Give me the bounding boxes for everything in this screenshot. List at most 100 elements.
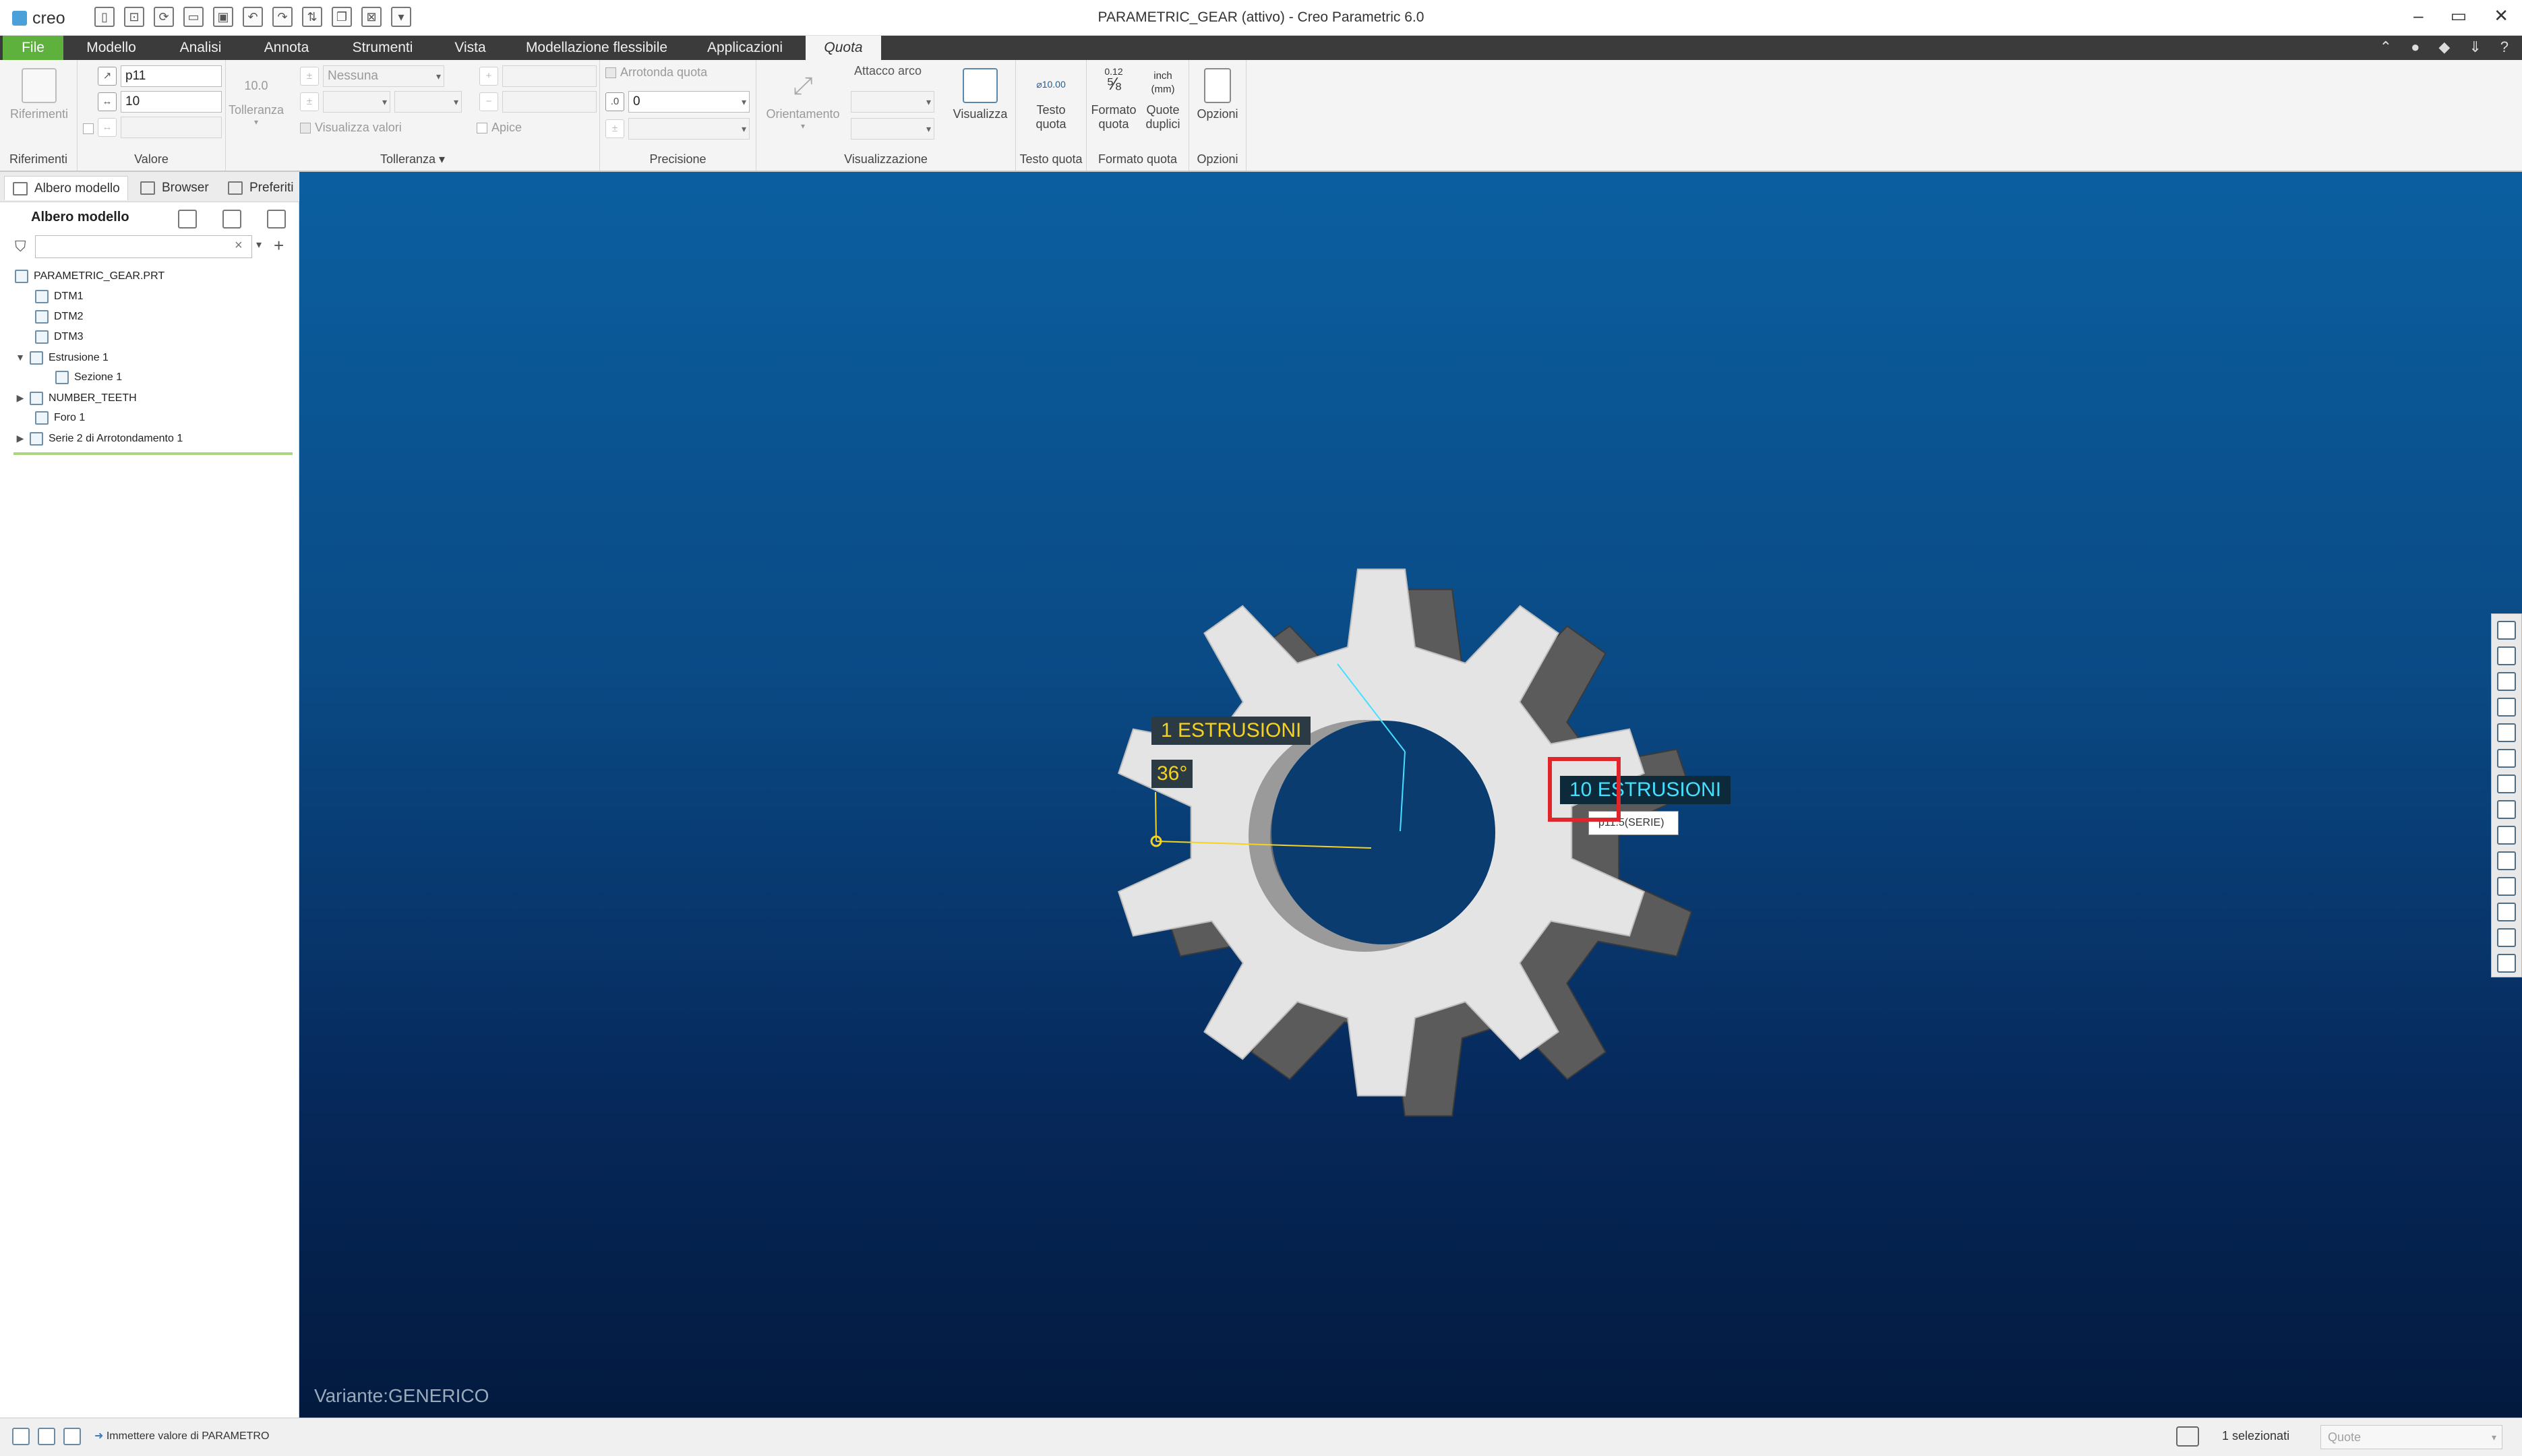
tree-search-input[interactable] <box>35 235 252 258</box>
tolerance-type-select[interactable]: Nessuna ▾ <box>323 65 444 87</box>
status-bar: Immettere valore di PARAMETRO 1 selezion… <box>0 1418 2522 1456</box>
tab-vista[interactable]: Vista <box>435 36 506 60</box>
search-dropdown-icon[interactable]: ▾ <box>256 238 262 251</box>
insert-here-indicator[interactable] <box>13 452 293 455</box>
round-dimension-checkbox[interactable]: Arrotonda quota <box>605 65 707 80</box>
tree-settings-icon[interactable] <box>178 210 197 229</box>
add-icon[interactable]: + <box>274 235 284 256</box>
show-values-checkbox[interactable]: Visualizza valori <box>300 121 402 135</box>
help-icon[interactable]: ? <box>2500 38 2509 56</box>
opzioni-button[interactable]: Opzioni <box>1191 68 1244 121</box>
maximize-button[interactable]: ▭ <box>2451 5 2467 26</box>
gear-model[interactable] <box>299 172 2522 1418</box>
section-icon[interactable] <box>2497 826 2516 845</box>
tab-annota[interactable]: Annota <box>246 36 327 60</box>
tolerance-lower-field[interactable]: ▾ <box>394 91 462 113</box>
collapse-icon[interactable]: ▼ <box>15 347 26 367</box>
pattern-icon <box>30 431 43 446</box>
tree-filter-row: ⛉ × ▾ + <box>0 234 299 261</box>
datum-display-icon[interactable] <box>2497 851 2516 870</box>
annotation-1-estrusioni[interactable]: 1 ESTRUSIONI <box>1151 717 1311 745</box>
view-manager-icon[interactable] <box>2497 775 2516 793</box>
decimals-select[interactable]: 0 ▾ <box>628 91 750 113</box>
refit-icon[interactable] <box>2497 621 2516 640</box>
visualizza-button[interactable]: Visualizza <box>947 68 1014 121</box>
tab-browser[interactable]: Browser <box>132 176 217 200</box>
tree-item-serie-arrotondamento[interactable]: ▶ Serie 2 di Arrotondamento 1 <box>15 428 183 448</box>
tree-filter-icon[interactable] <box>267 210 286 229</box>
value-checkbox[interactable] <box>83 123 94 134</box>
ribbon: Riferimenti Riferimenti ↗ p11 ↔ 10 ↔ Val… <box>0 60 2522 172</box>
tree-item-dtm3[interactable]: DTM3 <box>35 327 84 347</box>
bell-icon[interactable]: ◆ <box>2438 38 2450 56</box>
display-style-icon[interactable] <box>2497 723 2516 742</box>
display-icon <box>963 68 998 103</box>
annotation-filter-icon[interactable] <box>2497 928 2516 947</box>
notification-icon[interactable]: ● <box>2411 38 2420 56</box>
formato-quota-button[interactable]: 0.12 ⅝ Formato quota <box>1088 65 1139 131</box>
arc-attach-select-2[interactable]: ▾ <box>851 118 934 140</box>
tab-quota[interactable]: Quota <box>806 36 881 60</box>
zoom-in-icon[interactable] <box>2497 646 2516 665</box>
repaint-icon[interactable] <box>2497 698 2516 717</box>
apex-checkbox[interactable]: Apice <box>477 121 522 135</box>
graphics-viewport[interactable]: 1 ESTRUSIONI 36° 10 ESTRUSIONI p11:5(SER… <box>299 172 2522 1418</box>
tree-item-part[interactable]: PARAMETRIC_GEAR.PRT <box>15 266 164 286</box>
find-icon[interactable] <box>2176 1426 2199 1447</box>
riferimenti-button[interactable]: Riferimenti <box>4 68 74 121</box>
favorites-icon <box>228 181 243 195</box>
tab-modellazione-flessibile[interactable]: Modellazione flessibile <box>512 36 681 60</box>
selection-filter[interactable]: Quote ▾ <box>2320 1425 2502 1449</box>
tolerance-decimals-select[interactable]: ▾ <box>628 118 750 140</box>
minimize-button[interactable]: – <box>2413 5 2423 26</box>
navigator-toggle-icon[interactable] <box>12 1428 30 1445</box>
zoom-out-icon[interactable] <box>2497 672 2516 691</box>
annotation-display-icon[interactable] <box>2497 877 2516 896</box>
tab-modello[interactable]: Modello <box>71 36 152 60</box>
tree-item-estrusione-1[interactable]: ▼ Estrusione 1 <box>15 347 109 367</box>
browser-toggle-icon[interactable] <box>38 1428 55 1445</box>
lower-limit-icon: − <box>479 92 498 111</box>
quote-duplici-button[interactable]: inch (mm) Quote duplici <box>1138 65 1188 131</box>
window-controls: – ▭ ✕ <box>2413 5 2509 26</box>
collapse-ribbon-icon[interactable]: ⌃ <box>2380 38 2392 56</box>
value-option-field[interactable] <box>121 117 222 138</box>
full-screen-icon[interactable] <box>63 1428 81 1445</box>
tab-preferiti[interactable]: Preferiti <box>220 176 299 200</box>
dimension-value-field[interactable]: 10 <box>121 91 222 113</box>
tab-albero-modello[interactable]: Albero modello <box>4 176 128 200</box>
testo-quota-button[interactable]: ⌀10.00 Testo quota <box>1017 71 1085 131</box>
saved-views-icon[interactable] <box>2497 749 2516 768</box>
dimension-name-field[interactable]: p11 <box>121 65 222 87</box>
tree-item-number-teeth[interactable]: ▶ NUMBER_TEETH <box>15 388 137 408</box>
orientamento-button[interactable]: ⤢ Orientamento ▾ <box>759 68 847 131</box>
spin-center-icon[interactable] <box>2497 903 2516 921</box>
expand-icon[interactable]: ▶ <box>15 428 26 448</box>
close-button[interactable]: ✕ <box>2494 5 2509 26</box>
arc-attach-select[interactable]: ▾ <box>851 91 934 113</box>
clear-search-icon[interactable]: × <box>235 238 243 253</box>
funnel-icon[interactable]: ⛉ <box>15 238 26 255</box>
tolleranza-button[interactable]: 10.0 Tolleranza ▾ <box>226 68 287 127</box>
upper-limit-field[interactable] <box>502 65 597 87</box>
tree-columns-icon[interactable] <box>222 210 241 229</box>
tolerance-upper-field[interactable]: ▾ <box>323 91 390 113</box>
annotation-angle[interactable]: 36° <box>1151 760 1193 788</box>
tree-item-foro-1[interactable]: Foro 1 <box>35 408 85 428</box>
expand-icon[interactable]: ▶ <box>15 388 26 408</box>
tree-item-dtm2[interactable]: DTM2 <box>35 307 84 327</box>
tree-item-sezione-1[interactable]: Sezione 1 <box>55 367 122 388</box>
group-label-tolleranza[interactable]: Tolleranza ▾ <box>226 152 599 166</box>
tab-analisi[interactable]: Analisi <box>162 36 239 60</box>
lower-limit-field[interactable] <box>502 91 597 113</box>
perspective-icon[interactable] <box>2497 800 2516 819</box>
tab-strumenti[interactable]: Strumenti <box>337 36 428 60</box>
dimension-leader <box>1155 791 1157 842</box>
coordinate-system-icon[interactable] <box>2497 954 2516 973</box>
options-icon <box>1204 68 1231 103</box>
settings-icon[interactable]: ⇓ <box>2469 38 2481 56</box>
tab-file[interactable]: File <box>3 36 63 60</box>
tree-item-dtm1[interactable]: DTM1 <box>35 286 84 307</box>
tab-applicazioni[interactable]: Applicazioni <box>691 36 799 60</box>
selection-count[interactable]: 1 selezionati <box>2222 1429 2289 1443</box>
